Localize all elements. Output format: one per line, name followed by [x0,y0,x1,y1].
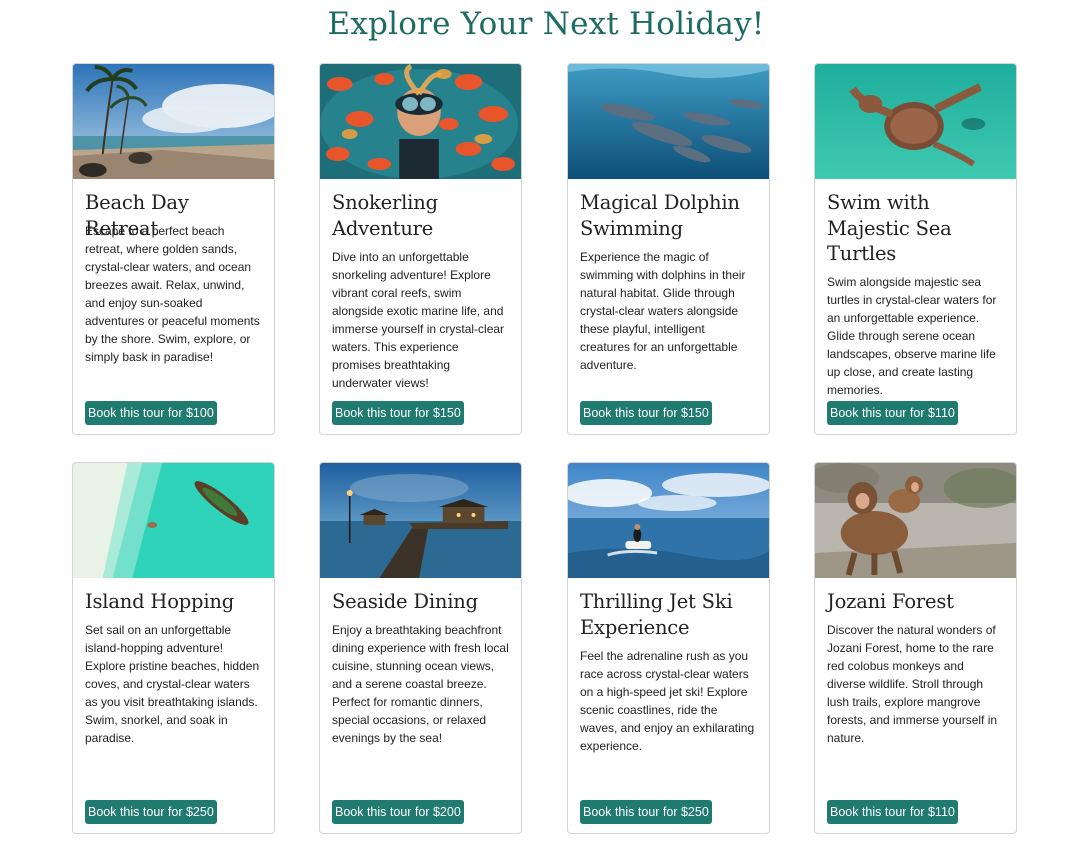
tour-description: Feel the adrenaline rush as you race acr… [580,649,755,753]
book-tour-button[interactable]: Book this tour for $250 [580,800,712,824]
tour-card: Swim with Majestic Sea Turtles Swim alon… [814,63,1017,435]
book-tour-button[interactable]: Book this tour for $200 [332,800,464,824]
tour-description: Enjoy a breathtaking beachfront dining e… [332,623,509,745]
pier-at-dusk-photo [320,463,521,578]
book-tour-button[interactable]: Book this tour for $150 [580,401,712,425]
book-tour-button[interactable]: Book this tour for $110 [827,401,958,425]
tour-title: Magical Dolphin Swimming [580,191,740,240]
tour-title: Jozani Forest [827,590,954,613]
tour-title: Swim with Majestic Sea Turtles [827,191,952,265]
tour-title: Thrilling Jet Ski Experience [580,590,733,639]
jet-ski-photo [568,463,769,578]
page-title: Explore Your Next Holiday! [327,6,765,42]
book-tour-button[interactable]: Book this tour for $150 [332,401,464,425]
tour-card: Thrilling Jet Ski Experience Feel the ad… [567,462,770,834]
tour-description: Set sail on an unforgettable island-hopp… [85,623,260,745]
tour-description: Dive into an unforgettable snorkeling ad… [332,250,505,390]
tour-description: Swim alongside majestic sea turtles in c… [827,275,997,397]
tour-card: Seaside Dining Enjoy a breathtaking beac… [319,462,522,834]
monkeys-photo [815,463,1016,578]
tour-card: Magical Dolphin Swimming Experience the … [567,63,770,435]
beach-with-palms-photo [73,64,274,179]
tour-description: Discover the natural wonders of Jozani F… [827,623,998,745]
book-tour-button[interactable]: Book this tour for $110 [827,800,958,824]
tour-title: Snokerling Adventure [332,191,438,240]
tour-card: Island Hopping Set sail on an unforgetta… [72,462,275,834]
tour-description: Experience the magic of swimming with do… [580,250,746,372]
tour-title: Seaside Dining [332,590,478,613]
book-tour-button[interactable]: Book this tour for $250 [85,800,217,824]
tour-description: Escape to a perfect beach retreat, where… [85,224,260,364]
boat-on-turquoise-water-photo [73,463,274,578]
snorkeler-with-fish-photo [320,64,521,179]
sea-turtle-underwater-photo [815,64,1016,179]
tour-card: Beach Day Retreat Escape to a perfect be… [72,63,275,435]
book-tour-button[interactable]: Book this tour for $100 [85,401,217,425]
tour-card: Jozani Forest Discover the natural wonde… [814,462,1017,834]
tour-card: Snokerling Adventure Dive into an unforg… [319,63,522,435]
tour-title: Island Hopping [85,590,235,613]
dolphins-underwater-photo [568,64,769,179]
